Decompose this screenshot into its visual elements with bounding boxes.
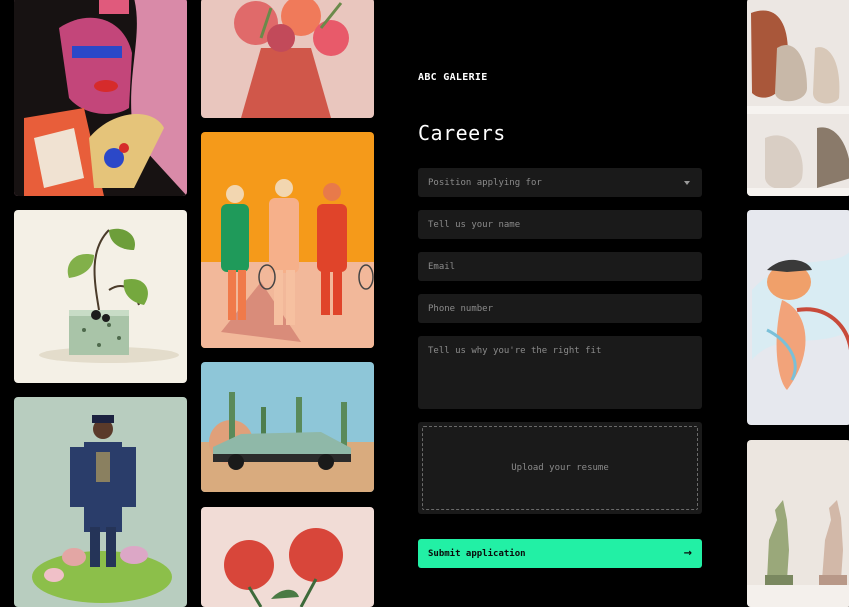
- artwork-man-moss[interactable]: [14, 397, 187, 607]
- position-select[interactable]: Position applying for: [418, 168, 702, 197]
- artwork-red-flowers[interactable]: [201, 507, 374, 607]
- artwork-deer-sculptures[interactable]: [747, 440, 849, 607]
- name-field-placeholder: Tell us your name: [428, 219, 521, 230]
- artwork-portrait-pink[interactable]: [14, 0, 187, 196]
- fit-textarea[interactable]: Tell us why you're the right fit: [418, 336, 702, 409]
- brand-logo[interactable]: ABC GALERIE: [418, 72, 488, 83]
- artwork-pottery-shelf[interactable]: [747, 0, 849, 196]
- chevron-down-icon: [684, 180, 690, 185]
- arrow-right-icon: →: [683, 548, 692, 559]
- page-title: Careers: [418, 121, 506, 145]
- artwork-car-cactus[interactable]: [201, 362, 374, 492]
- position-select-placeholder: Position applying for: [428, 177, 542, 188]
- phone-field[interactable]: Phone number: [418, 294, 702, 323]
- fit-textarea-placeholder: Tell us why you're the right fit: [428, 346, 602, 356]
- email-field-placeholder: Email: [428, 261, 456, 272]
- name-field[interactable]: Tell us your name: [418, 210, 702, 239]
- artwork-flower-dress[interactable]: [201, 0, 374, 118]
- resume-upload-dropzone[interactable]: Upload your resume: [418, 422, 702, 514]
- phone-field-placeholder: Phone number: [428, 303, 494, 314]
- email-field[interactable]: Email: [418, 252, 702, 281]
- resume-upload-inner: Upload your resume: [422, 426, 698, 510]
- artwork-tennis-men[interactable]: [201, 132, 374, 348]
- submit-label: Submit application: [428, 548, 526, 559]
- artwork-swimmer[interactable]: [747, 210, 849, 425]
- submit-button[interactable]: Submit application →: [418, 539, 702, 568]
- careers-form: ABC GALERIE Careers Position applying fo…: [418, 0, 702, 604]
- upload-label: Upload your resume: [511, 463, 609, 473]
- artwork-plant-cube[interactable]: [14, 210, 187, 383]
